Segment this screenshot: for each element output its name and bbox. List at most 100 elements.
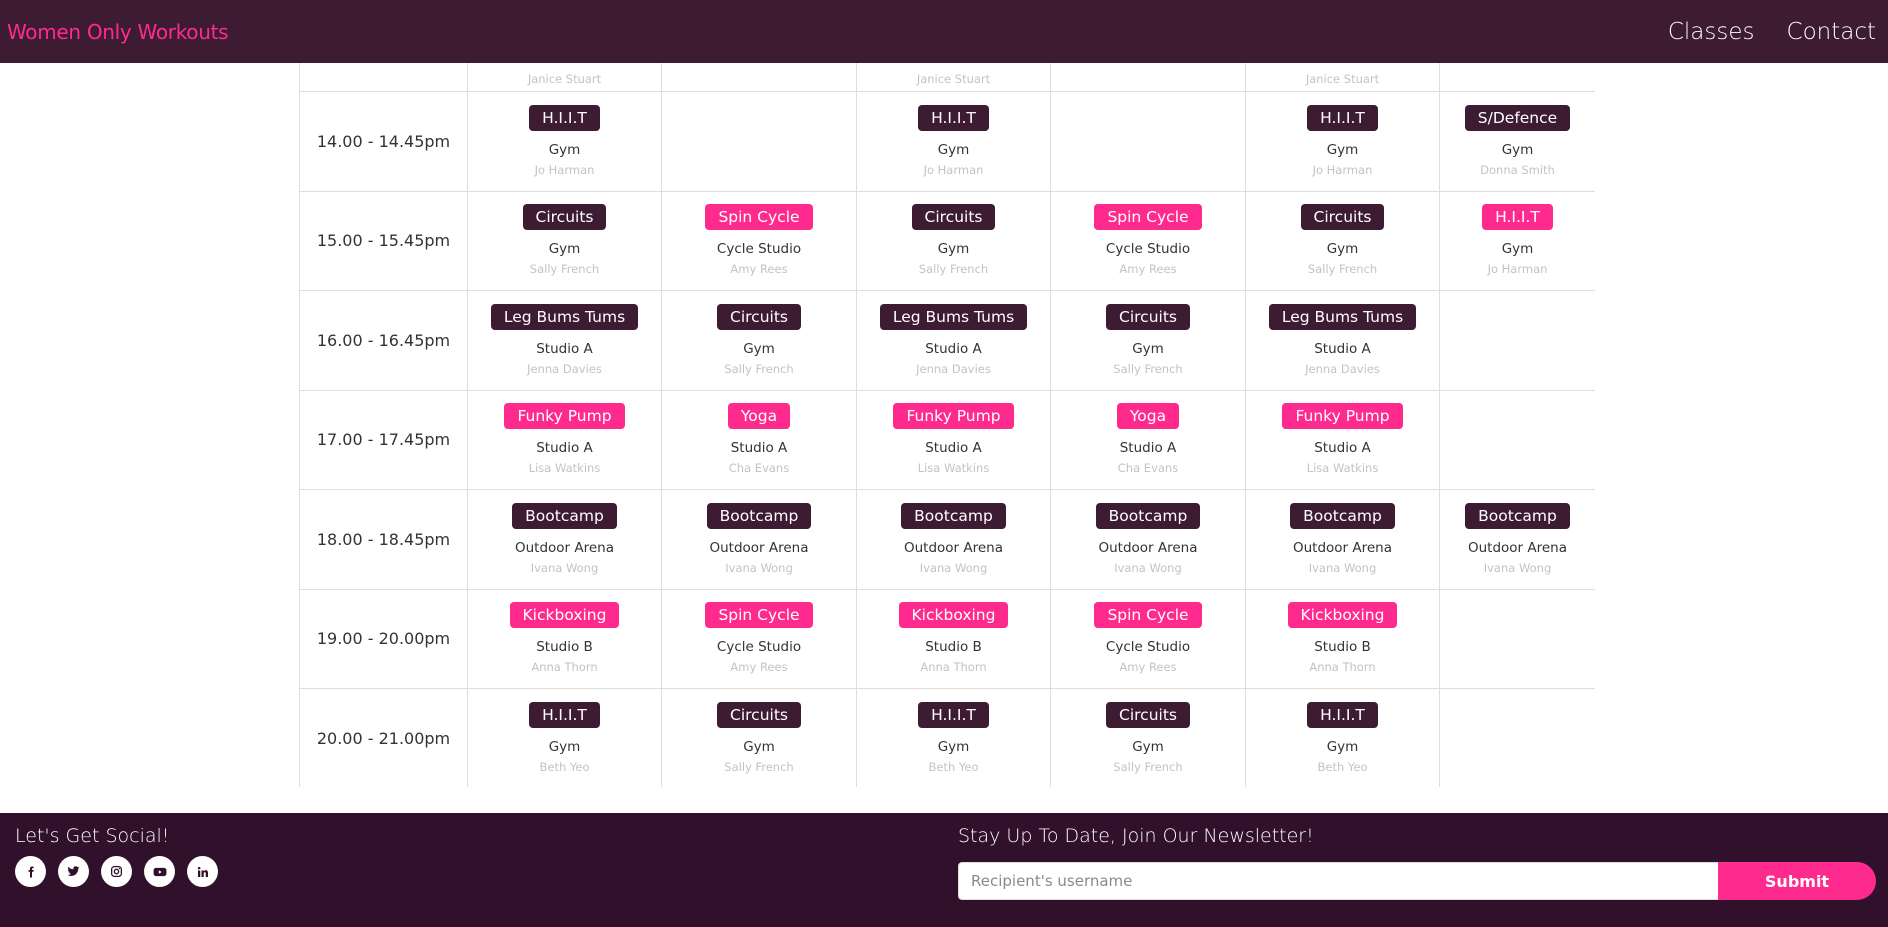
class-name-badge[interactable]: Funky Pump bbox=[504, 403, 625, 430]
class-cell: Funky Pump Studio A Lisa Watkins bbox=[856, 389, 1051, 490]
time-slot: 20.00 - 21.00pm bbox=[299, 688, 468, 787]
newsletter-username-input[interactable] bbox=[958, 862, 1719, 900]
class-cell: Bootcamp Outdoor Arena Ivana Wong bbox=[1439, 489, 1595, 590]
class-name-badge[interactable]: Kickboxing bbox=[898, 602, 1009, 629]
class-name-badge[interactable]: Spin Cycle bbox=[1094, 602, 1202, 629]
class-instructor: Jenna Davies bbox=[527, 361, 602, 376]
class-cell: Yoga Studio A Cha Evans bbox=[1050, 389, 1246, 490]
newsletter-submit-button[interactable]: Submit bbox=[1718, 862, 1876, 900]
timetable: Janice Stuart Janice Stuart Janice Stuart 1… bbox=[299, 63, 1595, 787]
time-slot: 15.00 - 15.45pm bbox=[299, 190, 468, 291]
class-cell: Spin Cycle Cycle Studio Amy Rees bbox=[661, 190, 857, 291]
class-instructor: Amy Rees bbox=[1119, 660, 1177, 675]
class-name-badge[interactable]: Circuits bbox=[1106, 701, 1190, 728]
nav-links: Classes Contact bbox=[1668, 19, 1876, 45]
class-name-badge[interactable]: H.I.I.T bbox=[529, 701, 600, 728]
class-name-badge[interactable]: H.I.I.T bbox=[1482, 204, 1553, 231]
class-instructor: Ivana Wong bbox=[1114, 560, 1182, 575]
newsletter-title: Stay Up To Date, Join Our Newsletter! bbox=[958, 825, 1314, 847]
class-instructor: Ivana Wong bbox=[530, 560, 599, 575]
class-name-badge[interactable]: Circuits bbox=[1106, 303, 1190, 330]
timetable-container: Janice Stuart Janice Stuart Janice Stuart 1… bbox=[299, 63, 1595, 787]
class-instructor: Janice Stuart bbox=[916, 72, 991, 86]
time-slot: 14.00 - 14.45pm bbox=[299, 91, 468, 192]
class-location: Studio A bbox=[536, 340, 593, 357]
brand-logo-link[interactable]: Women Only Workouts bbox=[7, 20, 229, 44]
class-location: Studio A bbox=[730, 440, 788, 457]
class-instructor: Janice Stuart bbox=[527, 72, 602, 86]
footer: Let's Get Social! Stay Up To Date, Join … bbox=[0, 813, 1888, 927]
class-name-badge[interactable]: H.I.I.T bbox=[918, 701, 989, 728]
class-name-badge[interactable]: Leg Bums Tums bbox=[1268, 303, 1417, 330]
class-name-badge[interactable]: Circuits bbox=[911, 204, 996, 231]
class-cell: Bootcamp Outdoor Arena Ivana Wong bbox=[1245, 489, 1440, 590]
class-cell: Kickboxing Studio B Anna Thorn bbox=[467, 588, 662, 689]
class-name-badge[interactable]: Spin Cycle bbox=[1094, 204, 1202, 231]
class-instructor: Ivana Wong bbox=[1308, 560, 1377, 575]
time-slot: 19.00 - 20.00pm bbox=[299, 588, 468, 689]
class-name-badge[interactable]: H.I.I.T bbox=[1307, 104, 1378, 131]
nav-link-contact[interactable]: Contact bbox=[1787, 19, 1876, 45]
facebook-icon[interactable] bbox=[15, 856, 46, 887]
class-name-badge[interactable]: Bootcamp bbox=[706, 502, 812, 529]
class-cell: Circuits Gym Sally French bbox=[1050, 290, 1246, 391]
class-name-badge[interactable]: Spin Cycle bbox=[705, 602, 813, 629]
linkedin-icon[interactable] bbox=[187, 856, 218, 887]
class-name-badge[interactable]: Yoga bbox=[727, 403, 791, 430]
class-name-badge[interactable]: Leg Bums Tums bbox=[490, 303, 639, 330]
class-name-badge[interactable]: Funky Pump bbox=[1282, 403, 1403, 430]
class-cell: S/Defence Gym Donna Smith bbox=[1439, 91, 1595, 192]
timetable-row: 15.00 - 15.45pm Circuits Gym Sally French Sp… bbox=[299, 190, 1595, 291]
class-name-badge[interactable]: Circuits bbox=[717, 701, 801, 728]
class-cell: Kickboxing Studio B Anna Thorn bbox=[1245, 588, 1440, 689]
class-name-badge[interactable]: Funky Pump bbox=[893, 403, 1014, 430]
youtube-icon[interactable] bbox=[144, 856, 175, 887]
empty-cell bbox=[661, 91, 857, 192]
class-location: Gym bbox=[1132, 340, 1164, 357]
class-name-badge[interactable]: Yoga bbox=[1116, 403, 1180, 430]
class-cell: Circuits Gym Sally French bbox=[661, 290, 857, 391]
class-name-badge[interactable]: Kickboxing bbox=[1287, 602, 1398, 629]
class-instructor: Anna Thorn bbox=[1309, 660, 1376, 675]
timetable-row-partial: Janice Stuart Janice Stuart Janice Stuart bbox=[299, 63, 1595, 92]
timetable-cell: Janice Stuart bbox=[467, 63, 662, 92]
class-name-badge[interactable]: H.I.I.T bbox=[529, 104, 600, 131]
class-cell: Bootcamp Outdoor Arena Ivana Wong bbox=[467, 489, 662, 590]
class-instructor: Donna Smith bbox=[1480, 162, 1555, 177]
class-location: Studio A bbox=[536, 440, 593, 457]
timetable-row: 18.00 - 18.45pm Bootcamp Outdoor Arena Ivan… bbox=[299, 489, 1595, 590]
class-name-badge[interactable]: Bootcamp bbox=[512, 502, 617, 529]
timetable-cell bbox=[1439, 63, 1595, 92]
class-name-badge[interactable]: Bootcamp bbox=[1095, 502, 1201, 529]
class-location: Gym bbox=[1326, 241, 1359, 258]
class-name-badge[interactable]: Leg Bums Tums bbox=[879, 303, 1028, 330]
class-instructor: Lisa Watkins bbox=[1306, 461, 1379, 476]
class-instructor: Anna Thorn bbox=[920, 660, 987, 675]
class-name-badge[interactable]: Bootcamp bbox=[1290, 502, 1395, 529]
class-cell: Funky Pump Studio A Lisa Watkins bbox=[467, 389, 662, 490]
class-location: Gym bbox=[937, 141, 970, 158]
class-name-badge[interactable]: H.I.I.T bbox=[1307, 701, 1378, 728]
class-name-badge[interactable]: Spin Cycle bbox=[705, 204, 813, 231]
class-name-badge[interactable]: Bootcamp bbox=[1465, 502, 1570, 529]
timetable-row: 20.00 - 21.00pm H.I.I.T Gym Beth Yeo Circuit… bbox=[299, 688, 1595, 787]
class-location: Studio A bbox=[1119, 440, 1177, 457]
class-name-badge[interactable]: H.I.I.T bbox=[918, 104, 989, 131]
class-name-badge[interactable]: Circuits bbox=[717, 303, 801, 330]
class-name-badge[interactable]: Bootcamp bbox=[901, 502, 1006, 529]
class-instructor: Ivana Wong bbox=[1483, 560, 1552, 575]
nav-link-classes[interactable]: Classes bbox=[1668, 19, 1755, 45]
class-location: Cycle Studio bbox=[716, 639, 802, 656]
class-instructor: Jo Harman bbox=[534, 162, 595, 177]
class-instructor: Beth Yeo bbox=[1317, 759, 1368, 774]
class-name-badge[interactable]: S/Defence bbox=[1464, 104, 1571, 131]
class-location: Gym bbox=[1501, 241, 1534, 258]
instagram-icon[interactable] bbox=[101, 856, 132, 887]
class-name-badge[interactable]: Circuits bbox=[522, 204, 607, 231]
class-name-badge[interactable]: Circuits bbox=[1300, 204, 1385, 231]
class-name-badge[interactable]: Kickboxing bbox=[509, 602, 620, 629]
twitter-icon[interactable] bbox=[58, 856, 89, 887]
time-slot: 16.00 - 16.45pm bbox=[299, 290, 468, 391]
class-cell: Spin Cycle Cycle Studio Amy Rees bbox=[1050, 190, 1246, 291]
class-instructor: Beth Yeo bbox=[539, 759, 590, 774]
